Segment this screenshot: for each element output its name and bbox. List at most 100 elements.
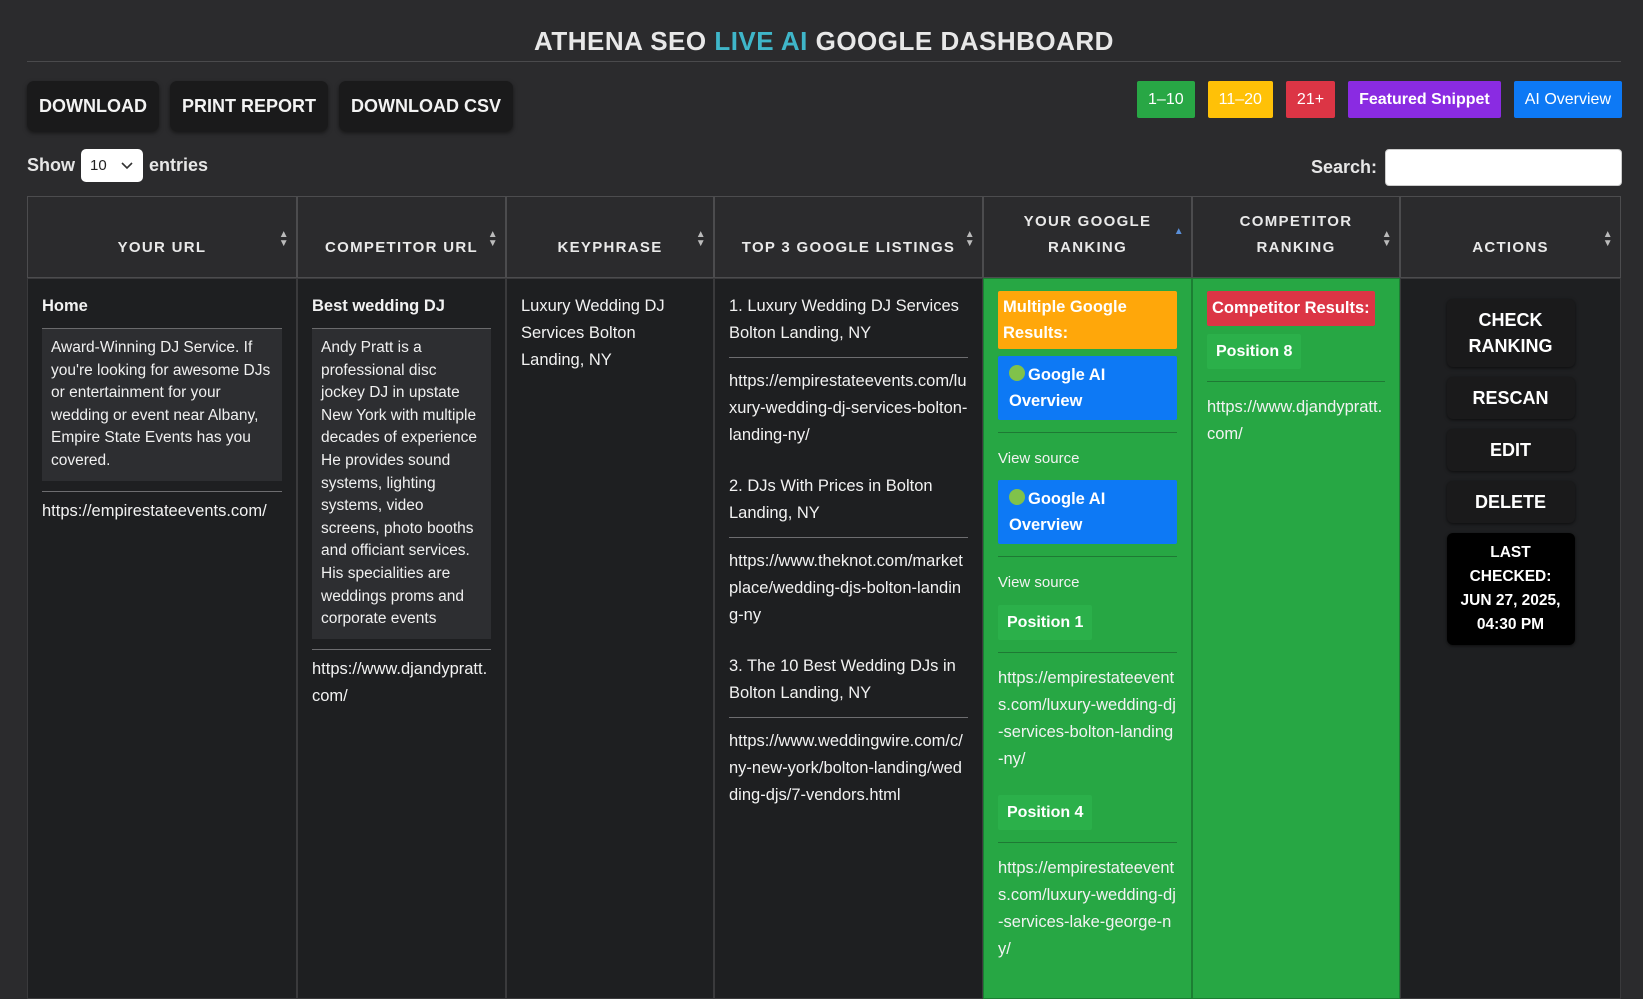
- col-keyphrase: KEYPHRASE ▲ ▼ Luxury Wedding DJ Services …: [506, 196, 714, 999]
- entries-select[interactable]: 10: [81, 149, 143, 182]
- status-dot-icon: [1009, 365, 1025, 381]
- cell-keyphrase: Luxury Wedding DJ Services Bolton Landin…: [506, 278, 714, 999]
- title-text-end: GOOGLE DASHBOARD: [807, 26, 1114, 56]
- your-page-description: Award-Winning DJ Service. If you're look…: [42, 328, 282, 481]
- listing-title: 2. DJs With Prices in Bolton Landing, NY: [729, 477, 933, 522]
- header-keyphrase[interactable]: KEYPHRASE ▲ ▼: [506, 196, 714, 278]
- entries-length: Show 10 entries: [27, 149, 208, 182]
- sort-icon: ▲ ▼: [695, 229, 707, 249]
- header-label: ACTIONS: [1472, 239, 1549, 256]
- listing-url[interactable]: https://www.weddingwire.com/c/ny-new-yor…: [729, 728, 968, 809]
- header-label: COMPETITOR RANKING: [1239, 213, 1353, 256]
- divider: [998, 652, 1177, 653]
- last-checked-label: LAST CHECKED:: [1469, 544, 1552, 585]
- header-label: YOUR GOOGLE RANKING: [1023, 213, 1152, 256]
- divider: [998, 556, 1177, 557]
- multiple-results-badge: Multiple Google Results:: [998, 291, 1177, 349]
- entries-value: 10: [90, 157, 107, 174]
- sort-icon: ▲ ▼: [1381, 229, 1393, 249]
- header-label: TOP 3 GOOGLE LISTINGS: [741, 239, 956, 256]
- header-your-url[interactable]: YOUR URL ▲ ▼: [27, 196, 297, 278]
- status-dot-icon: [1009, 489, 1025, 505]
- title-accent: LIVE AI: [714, 26, 808, 56]
- download-button[interactable]: DOWNLOAD: [27, 81, 159, 131]
- search-input[interactable]: [1385, 149, 1622, 186]
- cell-top3: 1. Luxury Wedding DJ Services Bolton Lan…: [714, 278, 983, 999]
- entries-label: entries: [149, 155, 209, 175]
- position-badge: Position 1: [998, 605, 1093, 640]
- col-actions: ACTIONS ▲ ▼ CHECK RANKING RESCAN EDIT DEL…: [1400, 196, 1621, 999]
- delete-button[interactable]: DELETE: [1446, 481, 1575, 523]
- header-competitor-ranking[interactable]: COMPETITOR RANKING ▲ ▼: [1192, 196, 1400, 278]
- check-ranking-button[interactable]: CHECK RANKING: [1446, 299, 1575, 367]
- toolbar: DOWNLOAD PRINT REPORT DOWNLOAD CSV: [27, 81, 513, 131]
- listing-title: 3. The 10 Best Wedding DJs in Bolton Lan…: [729, 657, 956, 702]
- your-url-link[interactable]: https://empirestateevents.com/: [42, 498, 282, 525]
- sort-asc-icon: ▲: [1173, 226, 1185, 237]
- legend-featured-snippet: Featured Snippet: [1348, 81, 1501, 118]
- divider: [729, 537, 968, 538]
- header-actions[interactable]: ACTIONS ▲ ▼: [1400, 196, 1621, 278]
- print-report-button[interactable]: PRINT REPORT: [169, 81, 328, 131]
- rankings-table: YOUR URL ▲ ▼ Home Award-Winning DJ Servic…: [27, 196, 1621, 999]
- search-label: Search:: [1310, 157, 1377, 177]
- divider: [42, 490, 282, 492]
- chevron-down-icon: [121, 157, 133, 174]
- header-label: KEYPHRASE: [557, 239, 663, 256]
- header-top3[interactable]: TOP 3 GOOGLE LISTINGS ▲ ▼: [714, 196, 983, 278]
- col-your-ranking: YOUR GOOGLE RANKING ▲ Multiple Google Re…: [983, 196, 1192, 999]
- ai-overview-badge: Google AI Overview: [998, 480, 1177, 544]
- title-text: ATHENA SEO: [534, 26, 715, 56]
- divider: [729, 357, 968, 358]
- header-label: YOUR URL: [117, 239, 207, 256]
- your-page-title: Home: [42, 297, 88, 315]
- ranking-url[interactable]: https://empirestateevents.com/luxury-wed…: [998, 665, 1177, 773]
- sort-icon: ▲ ▼: [1602, 229, 1614, 249]
- competitor-page-title: Best wedding DJ: [312, 297, 445, 315]
- legend-21-plus: 21+: [1285, 81, 1336, 118]
- ai-overview-badge: Google AI Overview: [998, 356, 1177, 420]
- cell-actions: CHECK RANKING RESCAN EDIT DELETE LAST CH…: [1400, 278, 1621, 999]
- header-label: COMPETITOR URL: [325, 239, 478, 256]
- competitor-results-badge: Competitor Results:: [1207, 291, 1375, 326]
- cell-your-ranking: Multiple Google Results: Google AI Overv…: [983, 278, 1192, 999]
- header-competitor-url[interactable]: COMPETITOR URL ▲ ▼: [297, 196, 506, 278]
- last-checked-value: JUN 27, 2025, 04:30 PM: [1460, 592, 1561, 633]
- search: Search:: [1311, 149, 1622, 186]
- col-competitor-url: COMPETITOR URL ▲ ▼ Best wedding DJ Andy P…: [297, 196, 506, 999]
- col-your-url: YOUR URL ▲ ▼ Home Award-Winning DJ Servic…: [27, 196, 297, 999]
- col-top3: TOP 3 GOOGLE LISTINGS ▲ ▼ 1. Luxury Weddi…: [714, 196, 983, 999]
- listing-url[interactable]: https://empirestateevents.com/luxury-wed…: [729, 368, 968, 449]
- cell-your-url: Home Award-Winning DJ Service. If you're…: [27, 278, 297, 999]
- divider: [998, 842, 1177, 843]
- sort-icon: ▲ ▼: [487, 229, 499, 249]
- legend-ai-overview: AI Overview: [1513, 81, 1622, 118]
- cell-competitor-ranking: Competitor Results: Position 8 https://w…: [1192, 278, 1400, 999]
- keyphrase-text: Luxury Wedding DJ Services Bolton Landin…: [521, 297, 665, 369]
- divider: [998, 432, 1177, 433]
- legend-1-10: 1–10: [1137, 81, 1195, 118]
- download-csv-button[interactable]: DOWNLOAD CSV: [339, 81, 513, 131]
- listing-url[interactable]: https://www.theknot.com/marketplace/wedd…: [729, 548, 968, 629]
- page-title: ATHENA SEO LIVE AI GOOGLE DASHBOARD: [27, 22, 1621, 62]
- view-source-link[interactable]: View source: [998, 445, 1177, 472]
- listing-title: 1. Luxury Wedding DJ Services Bolton Lan…: [729, 297, 959, 342]
- view-source-link[interactable]: View source: [998, 569, 1177, 596]
- sort-icon: ▲ ▼: [964, 229, 976, 249]
- competitor-ranking-url[interactable]: https://www.djandypratt.com/: [1207, 394, 1385, 448]
- rescan-button[interactable]: RESCAN: [1446, 377, 1575, 419]
- sort-icon: ▲ ▼: [278, 229, 290, 249]
- divider: [312, 648, 491, 650]
- competitor-url-link[interactable]: https://www.djandypratt.com/: [312, 656, 491, 710]
- ranking-url[interactable]: https://empirestateevents.com/luxury-wed…: [998, 855, 1177, 963]
- competitor-page-description: Andy Pratt is a professional disc jockey…: [312, 328, 491, 639]
- divider: [1207, 381, 1385, 382]
- position-badge: Position 8: [1207, 334, 1302, 369]
- legend-11-20: 11–20: [1207, 81, 1273, 118]
- ranking-legend: 1–10 11–20 21+ Featured Snippet AI Overv…: [1137, 81, 1622, 118]
- divider: [729, 717, 968, 718]
- last-checked-box: LAST CHECKED: JUN 27, 2025, 04:30 PM: [1446, 533, 1575, 645]
- cell-competitor-url: Best wedding DJ Andy Pratt is a professi…: [297, 278, 506, 999]
- header-your-ranking[interactable]: YOUR GOOGLE RANKING ▲: [983, 196, 1192, 278]
- edit-button[interactable]: EDIT: [1446, 429, 1575, 471]
